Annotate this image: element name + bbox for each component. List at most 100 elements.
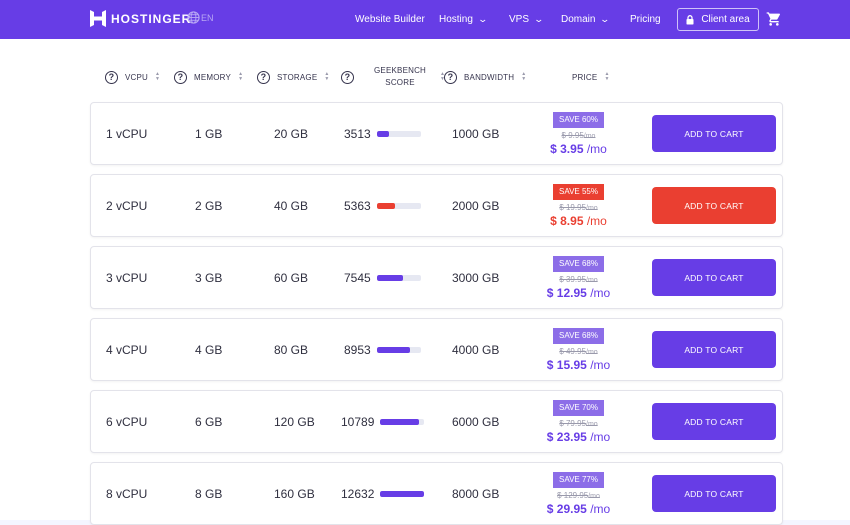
- original-price: $ 79.95/mo: [559, 419, 597, 428]
- lock-icon: [686, 14, 694, 24]
- bandwidth-value: 4000 GB: [452, 342, 500, 357]
- plan-row: 6 vCPU 6 GB 120 GB 10789 6000 GB SAVE 70…: [90, 390, 783, 453]
- add-to-cart-button[interactable]: ADD TO CART: [652, 259, 776, 296]
- bandwidth-value: 3000 GB: [452, 270, 500, 285]
- add-to-cart-button[interactable]: ADD TO CART: [652, 115, 776, 152]
- storage-value: 40 GB: [274, 198, 309, 213]
- geekbench-value: 5363: [344, 198, 371, 213]
- memory-value: 4 GB: [195, 342, 223, 357]
- current-price: $ 3.95 /mo: [550, 142, 607, 156]
- plan-row: 8 vCPU 8 GB 160 GB 12632 8000 GB SAVE 77…: [90, 462, 783, 525]
- storage-value: 120 GB: [274, 414, 315, 429]
- original-price-amount: $ 49.95: [559, 346, 587, 356]
- discount-badge: SAVE 60%: [553, 111, 604, 128]
- logo-text: HOSTINGER: [111, 11, 192, 26]
- nav-label: Domain: [561, 14, 596, 25]
- sort-icon[interactable]: ▲ ▼: [324, 72, 329, 82]
- cart-button[interactable]: [766, 11, 782, 32]
- original-price: $ 129.95/mo: [557, 491, 600, 500]
- add-to-cart-button[interactable]: ADD TO CART: [652, 187, 776, 224]
- original-price-unit: /mo: [588, 492, 600, 500]
- plan-row: 1 vCPU 1 GB 20 GB 3513 1000 GB SAVE 60% …: [90, 102, 783, 165]
- add-to-cart-button[interactable]: ADD TO CART: [652, 331, 776, 368]
- column-header-price[interactable]: PRICE ▲ ▼: [572, 57, 610, 97]
- memory-value: 8 GB: [195, 486, 223, 501]
- add-to-cart-button[interactable]: ADD TO CART: [652, 475, 776, 512]
- sort-icon[interactable]: ▲ ▼: [521, 72, 526, 82]
- geekbench-bar-fill: [376, 130, 390, 137]
- column-header-vcpu[interactable]: ? VCPU ▲ ▼: [105, 57, 160, 97]
- geekbench-score: 5363: [344, 175, 421, 236]
- original-price: $ 19.95/mo: [559, 203, 597, 212]
- chevron-down-icon: ⌄: [533, 14, 545, 24]
- geekbench-value: 10789: [341, 414, 375, 429]
- nav-domain[interactable]: Domain ⌄: [561, 0, 611, 39]
- vcpu-value: 4 vCPU: [106, 342, 148, 357]
- column-header-memory[interactable]: ? MEMORY ▲ ▼: [174, 57, 243, 97]
- current-price-amount: $ 29.95: [546, 501, 587, 516]
- column-header-storage[interactable]: ? STORAGE ▲ ▼: [257, 57, 330, 97]
- sort-icon[interactable]: ▲ ▼: [604, 72, 609, 82]
- geekbench-bar-fill: [380, 490, 425, 497]
- original-price: $ 49.95/mo: [559, 347, 597, 356]
- help-icon[interactable]: ?: [257, 70, 270, 84]
- nav-vps[interactable]: VPS ⌄: [509, 0, 545, 39]
- discount-badge: SAVE 68%: [553, 327, 604, 344]
- client-area-label: Client area: [701, 14, 750, 25]
- current-price: $ 8.95 /mo: [550, 214, 607, 228]
- vps-pricing-table: ? VCPU ▲ ▼ ? MEMORY ▲ ▼ ? STORAGE ▲ ▼ ? GEEKBENCH S…: [0, 39, 850, 525]
- original-price-unit: /mo: [586, 348, 598, 356]
- help-icon[interactable]: ?: [444, 70, 457, 84]
- language-selector[interactable]: EN: [187, 11, 214, 24]
- column-label: GEEKBENCH SCORE: [374, 65, 426, 89]
- vcpu-value: 2 vCPU: [106, 198, 148, 213]
- geekbench-bar-fill: [376, 202, 396, 209]
- vcpu-value: 8 vCPU: [106, 486, 148, 501]
- nav-hosting[interactable]: Hosting ⌄: [439, 0, 488, 39]
- top-navigation-bar: HOSTINGER EN Website Builder Hosting ⌄ VP…: [0, 0, 850, 39]
- hostinger-logo[interactable]: HOSTINGER: [90, 10, 191, 27]
- current-price: $ 12.95 /mo: [547, 286, 610, 300]
- price-block: SAVE 60% $ 9.95/mo $ 3.95 /mo: [531, 103, 626, 164]
- memory-value: 6 GB: [195, 414, 223, 429]
- nav-pricing[interactable]: Pricing: [630, 0, 661, 39]
- chevron-down-icon: ⌄: [477, 14, 488, 24]
- price-block: SAVE 70% $ 79.95/mo $ 23.95 /mo: [531, 391, 626, 452]
- nav-label: Website Builder: [355, 14, 425, 25]
- add-to-cart-button[interactable]: ADD TO CART: [652, 403, 776, 440]
- current-price-unit: /mo: [586, 141, 607, 156]
- column-label: STORAGE: [277, 72, 318, 82]
- language-code: EN: [201, 12, 214, 23]
- geekbench-bar-fill: [380, 418, 420, 425]
- current-price: $ 29.95 /mo: [547, 502, 610, 516]
- geekbench-score: 7545: [344, 247, 421, 308]
- current-price-unit: /mo: [586, 213, 607, 228]
- bandwidth-value: 6000 GB: [452, 414, 500, 429]
- help-icon[interactable]: ?: [341, 70, 354, 84]
- nav-website-builder[interactable]: Website Builder: [355, 0, 425, 39]
- current-price-amount: $ 8.95: [550, 213, 584, 228]
- help-icon[interactable]: ?: [174, 70, 187, 84]
- column-header-geekbench[interactable]: ? GEEKBENCH SCORE ▲ ▼: [341, 57, 445, 97]
- original-price-amount: $ 39.95: [559, 274, 587, 284]
- plan-row: 3 vCPU 3 GB 60 GB 7545 3000 GB SAVE 68% …: [90, 246, 783, 309]
- vcpu-value: 1 vCPU: [106, 126, 148, 141]
- geekbench-bar: [380, 490, 425, 497]
- discount-badge: SAVE 55%: [553, 183, 604, 200]
- memory-value: 1 GB: [195, 126, 223, 141]
- column-label: MEMORY: [194, 72, 232, 82]
- geekbench-bar: [376, 130, 421, 137]
- client-area-button[interactable]: Client area: [677, 8, 759, 31]
- geekbench-bar: [376, 202, 421, 209]
- discount-badge: SAVE 77%: [553, 471, 604, 488]
- help-icon[interactable]: ?: [105, 70, 118, 84]
- column-header-bandwidth[interactable]: ? BANDWIDTH ▲ ▼: [444, 57, 526, 97]
- vcpu-value: 3 vCPU: [106, 270, 148, 285]
- hostinger-logo-icon: [90, 10, 106, 27]
- sort-icon[interactable]: ▲ ▼: [238, 72, 243, 82]
- bandwidth-value: 2000 GB: [452, 198, 500, 213]
- original-price-amount: $ 79.95: [559, 418, 587, 428]
- storage-value: 60 GB: [274, 270, 309, 285]
- sort-icon[interactable]: ▲ ▼: [155, 72, 160, 82]
- current-price-unit: /mo: [590, 357, 611, 372]
